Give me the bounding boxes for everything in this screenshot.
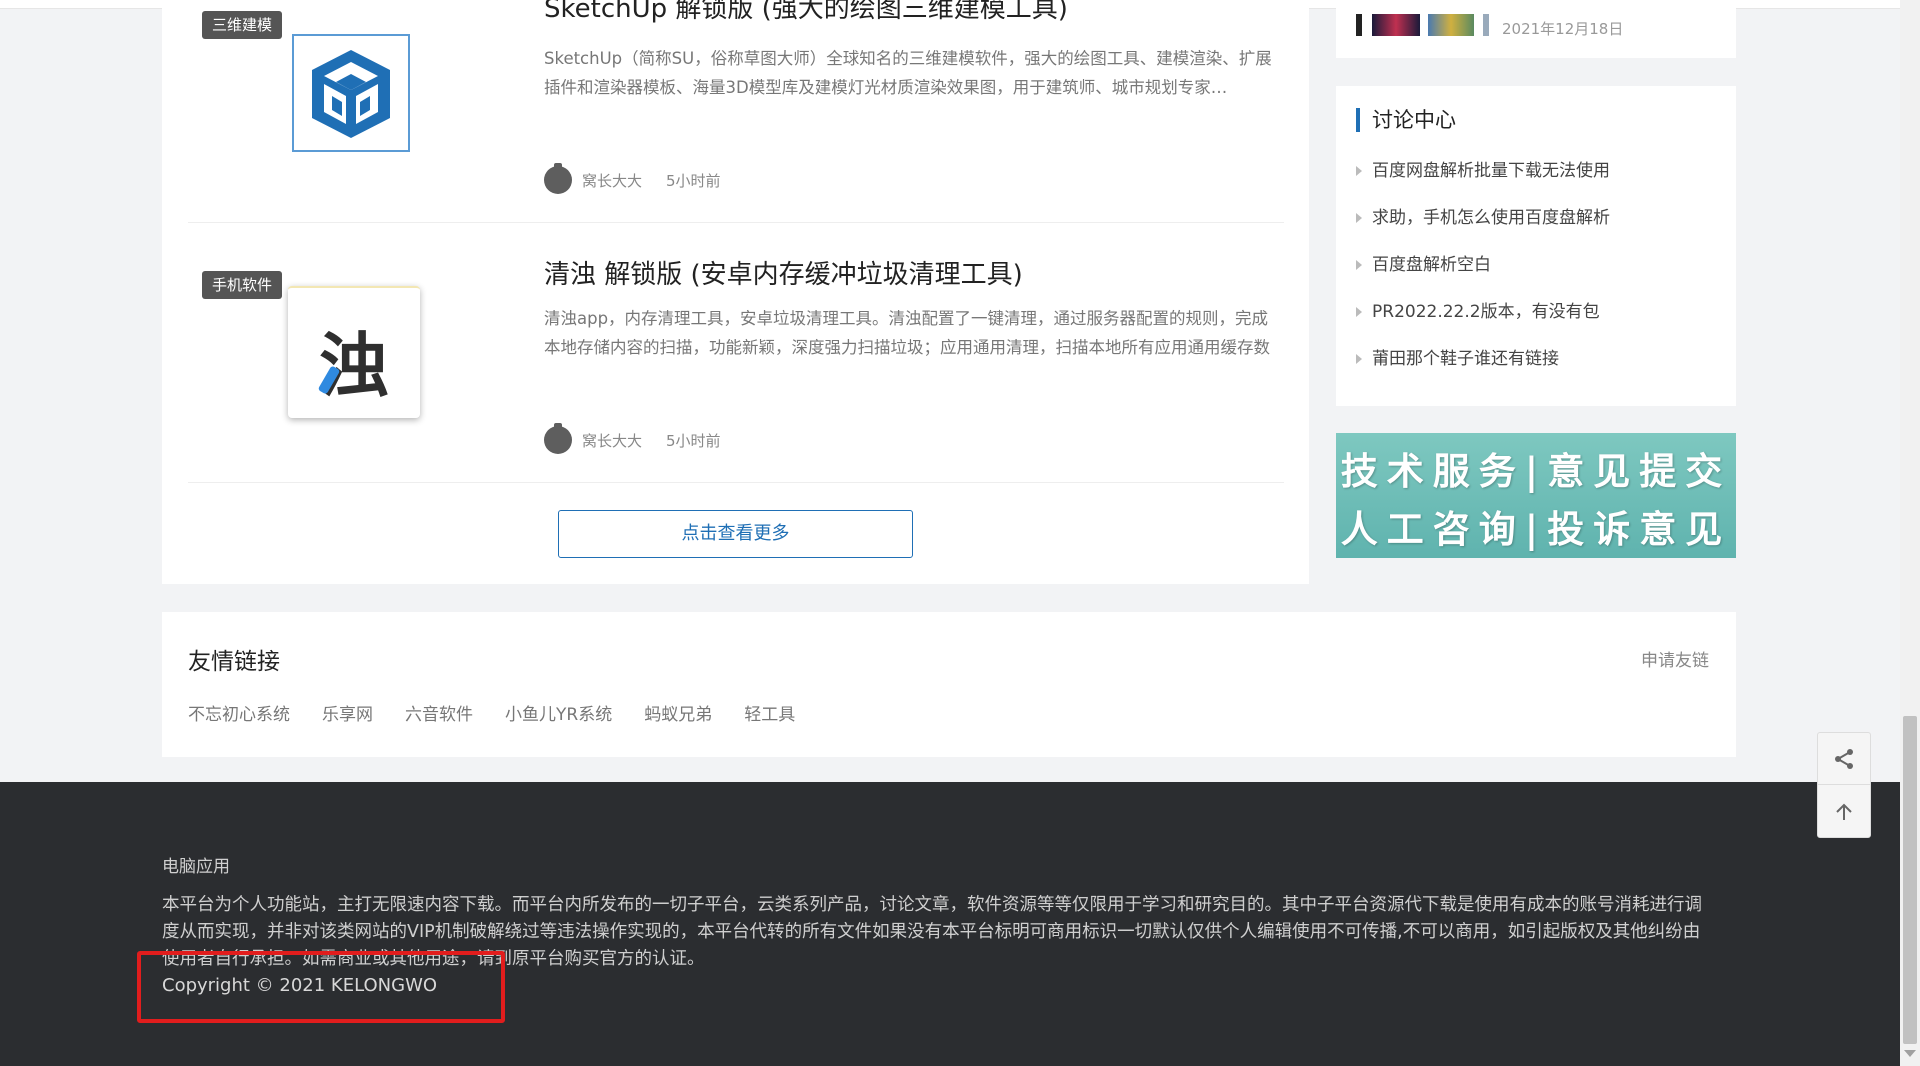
- app-logo-glyph: 浊: [319, 324, 389, 407]
- post-description: SketchUp（简称SU，俗称草图大师）全球知名的三维建模软件，强大的绘图工具…: [544, 49, 1272, 97]
- apply-link[interactable]: 申请友链: [1641, 646, 1709, 671]
- post-meta: 窝长大大 5小时前: [544, 163, 721, 194]
- sketchup-logo-icon: [312, 50, 390, 138]
- post-meta: 窝长大大 5小时前: [544, 423, 721, 454]
- author-avatar[interactable]: [544, 163, 572, 194]
- sidebar-recent-card: 2021年12月18日: [1336, 0, 1736, 58]
- post-time: 5小时前: [666, 171, 721, 190]
- scroll-down-icon[interactable]: [1904, 1050, 1916, 1057]
- post-thumbnail[interactable]: [292, 34, 410, 152]
- recent-thumbnail[interactable]: [1356, 14, 1362, 36]
- caret-right-icon: [1356, 166, 1362, 176]
- site-footer: 电脑应用 本平台为个人功能站，主打无限速内容下载。而平台内所发布的一切子平台，云…: [0, 782, 1900, 1066]
- post-author[interactable]: 窝长大大: [582, 430, 642, 451]
- recent-thumbnail[interactable]: [1372, 14, 1420, 36]
- friend-link[interactable]: 蚂蚁兄弟: [644, 700, 712, 725]
- friend-link[interactable]: 乐享网: [322, 700, 373, 725]
- friend-links-title: 友情链接: [188, 649, 280, 675]
- discussion-list: 百度网盘解析批量下载无法使用 求助，手机怎么使用百度盘解析 百度盘解析空白 PR…: [1356, 158, 1610, 393]
- friend-link[interactable]: 六音软件: [405, 700, 473, 725]
- friend-link[interactable]: 小鱼儿YR系统: [505, 700, 612, 725]
- post-thumbnail[interactable]: 浊: [288, 286, 420, 418]
- footer-category-link[interactable]: 电脑应用: [162, 852, 230, 877]
- discussion-center-widget: 讨论中心 百度网盘解析批量下载无法使用 求助，手机怎么使用百度盘解析 百度盘解析…: [1336, 86, 1736, 406]
- post-item[interactable]: 浊 手机软件 清浊 解锁版 (安卓内存缓冲垃圾清理工具) 清浊app，内存清理工…: [188, 224, 1284, 483]
- banner-line: 技术服务|意见提交: [1340, 449, 1732, 493]
- author-avatar[interactable]: [544, 423, 572, 454]
- category-tag[interactable]: 手机软件: [202, 271, 283, 299]
- arrow-up-icon: [1836, 803, 1852, 820]
- post-title[interactable]: SketchUp 解锁版 (强大的绘图三维建模工具): [544, 0, 1068, 25]
- widget-title: 讨论中心: [1356, 108, 1456, 132]
- caret-right-icon: [1356, 307, 1362, 317]
- discussion-item[interactable]: 百度盘解析空白: [1356, 252, 1610, 299]
- discussion-item[interactable]: 莆田那个鞋子谁还有链接: [1356, 346, 1610, 393]
- discussion-item[interactable]: PR2022.22.2版本，有没有包: [1356, 299, 1610, 346]
- post-author[interactable]: 窝长大大: [582, 170, 642, 191]
- page-scrollbar[interactable]: [1900, 0, 1920, 1066]
- back-to-top-button[interactable]: [1818, 786, 1870, 838]
- recent-thumbnail[interactable]: [1428, 14, 1474, 36]
- load-more-button[interactable]: 点击查看更多: [558, 510, 913, 558]
- service-banner[interactable]: 技术服务|意见提交 人工咨询|投诉意见: [1336, 433, 1736, 558]
- post-time: 5小时前: [666, 431, 721, 450]
- category-tag[interactable]: 三维建模: [202, 11, 283, 39]
- caret-right-icon: [1356, 260, 1362, 270]
- scrollbar-thumb[interactable]: [1903, 716, 1917, 1044]
- share-icon: [1835, 748, 1853, 769]
- friend-links-panel: 友情链接 申请友链 不忘初心系统 乐享网 六音软件 小鱼儿YR系统 蚂蚁兄弟 轻…: [162, 612, 1736, 757]
- friend-link[interactable]: 不忘初心系统: [188, 700, 290, 725]
- floating-toolbar: [1817, 732, 1871, 838]
- post-description: 清浊app，内存清理工具，安卓垃圾清理工具。清浊配置了一键清理，通过服务器配置的…: [544, 309, 1270, 357]
- share-button[interactable]: [1818, 733, 1870, 785]
- annotation-highlight-box: [137, 951, 505, 1023]
- caret-right-icon: [1356, 354, 1362, 364]
- post-title[interactable]: 清浊 解锁版 (安卓内存缓冲垃圾清理工具): [544, 254, 1023, 291]
- caret-right-icon: [1356, 213, 1362, 223]
- recent-thumbnail[interactable]: [1483, 14, 1489, 36]
- discussion-item[interactable]: 百度网盘解析批量下载无法使用: [1356, 158, 1610, 205]
- friend-link[interactable]: 轻工具: [744, 700, 795, 725]
- discussion-item[interactable]: 求助，手机怎么使用百度盘解析: [1356, 205, 1610, 252]
- recent-date: 2021年12月18日: [1502, 20, 1624, 38]
- post-item[interactable]: 三维建模 SketchUp 解锁版 (强大的绘图三维建模工具) SketchUp…: [188, 0, 1284, 223]
- banner-line: 人工咨询|投诉意见: [1340, 507, 1732, 551]
- friend-links-list: 不忘初心系统 乐享网 六音软件 小鱼儿YR系统 蚂蚁兄弟 轻工具: [188, 700, 795, 725]
- post-list-panel: 三维建模 SketchUp 解锁版 (强大的绘图三维建模工具) SketchUp…: [162, 0, 1309, 584]
